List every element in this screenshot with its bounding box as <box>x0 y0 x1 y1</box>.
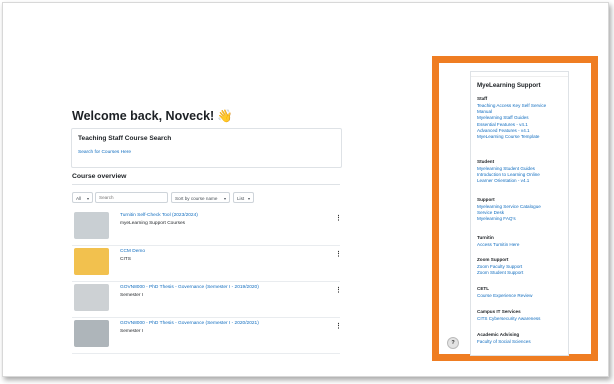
support-link[interactable]: Access Turnitin Here <box>477 242 519 248</box>
support-link[interactable]: Learner Orientation - v4.1 <box>477 178 540 184</box>
support-link[interactable]: Zoom Student Support <box>477 270 523 276</box>
course-actions-menu-icon[interactable]: ⋮ <box>335 251 342 258</box>
support-section-campus-it: Campus IT Services CITS Cybersecurity Aw… <box>477 309 541 322</box>
course-thumbnail[interactable] <box>74 284 109 311</box>
chevron-down-icon: ▾ <box>223 196 226 201</box>
support-link[interactable]: MyeLearning Course Template <box>477 134 546 140</box>
support-section-academic-advising: Academic Advising Faculty of Social Scie… <box>477 332 531 345</box>
support-link[interactable]: Myelearning FAQ's <box>477 216 541 222</box>
support-section-turnitin: Turnitin Access Turnitin Here <box>477 235 520 248</box>
filter-dropdown[interactable]: All ▾ <box>72 192 93 203</box>
divider <box>72 184 340 185</box>
course-category: Semester I <box>120 329 144 334</box>
divider <box>72 245 340 246</box>
course-name-link[interactable]: GOVN8000 - PhD Thesis - Governance (Seme… <box>120 285 259 290</box>
support-section-support: Support Myelearning Service Catalogue Se… <box>477 197 541 222</box>
course-category: CITS <box>120 257 131 262</box>
course-list-item: GOVN8000 - PhD Thesis - Governance (Seme… <box>72 320 342 354</box>
divider <box>471 72 568 77</box>
course-list-item: Turnitin Self-Check Tool (2023/2024) mye… <box>72 212 342 246</box>
support-link[interactable]: CITS Cybersecurity Awareness <box>477 316 540 322</box>
divider <box>72 317 340 318</box>
chevron-down-icon: ▾ <box>247 196 250 201</box>
course-category: myeLearning Support Courses <box>120 221 186 226</box>
search-courses-link[interactable]: Search for Courses Here <box>78 150 131 155</box>
myelearning-support-block: MyeLearning Support Staff Teaching Acces… <box>470 71 569 356</box>
course-search-heading: Teaching Staff Course Search <box>78 135 172 142</box>
course-actions-menu-icon[interactable]: ⋮ <box>335 215 342 222</box>
view-dropdown[interactable]: List ▾ <box>233 192 254 203</box>
support-section-student: Student Myelearning Student Guides Intro… <box>477 159 540 184</box>
support-link[interactable]: Faculty of Social Sciences <box>477 339 531 345</box>
support-section-zoom: Zoom Support Zoom Faculty Support Zoom S… <box>477 257 524 276</box>
course-actions-menu-icon[interactable]: ⋮ <box>335 287 342 294</box>
course-search-input[interactable] <box>95 192 168 203</box>
course-actions-menu-icon[interactable]: ⋮ <box>335 323 342 330</box>
page-title: Welcome back, Noveck! 👋 <box>72 109 233 123</box>
course-name-link[interactable]: GOVN8000 - PhD Thesis - Governance (Seme… <box>120 321 259 326</box>
support-link[interactable]: Course Experience Review <box>477 293 532 299</box>
course-thumbnail[interactable] <box>74 248 109 275</box>
help-button[interactable]: ? <box>447 337 459 349</box>
course-list-item: CCM Demo CITS ⋮ <box>72 248 342 282</box>
course-search-block: Teaching Staff Course Search Search for … <box>71 128 342 168</box>
course-thumbnail[interactable] <box>74 212 109 239</box>
support-section-cetl: CETL Course Experience Review <box>477 286 533 299</box>
course-name-link[interactable]: CCM Demo <box>120 249 145 254</box>
wave-icon: 👋 <box>217 109 233 123</box>
course-list-item: GOVN8000 - PhD Thesis - Governance (Seme… <box>72 284 342 318</box>
support-section-staff: Staff Teaching Access Key Self Service M… <box>477 96 547 140</box>
support-block-title: MyeLearning Support <box>477 82 541 89</box>
divider <box>72 281 340 282</box>
divider <box>72 353 340 354</box>
course-category: Semester I <box>120 293 144 298</box>
course-thumbnail[interactable] <box>74 320 109 347</box>
sort-dropdown[interactable]: Sort by course name ▾ <box>171 192 230 203</box>
course-overview-title: Course overview <box>72 173 127 180</box>
course-name-link[interactable]: Turnitin Self-Check Tool (2023/2024) <box>120 213 198 218</box>
chevron-down-icon: ▾ <box>86 196 89 201</box>
